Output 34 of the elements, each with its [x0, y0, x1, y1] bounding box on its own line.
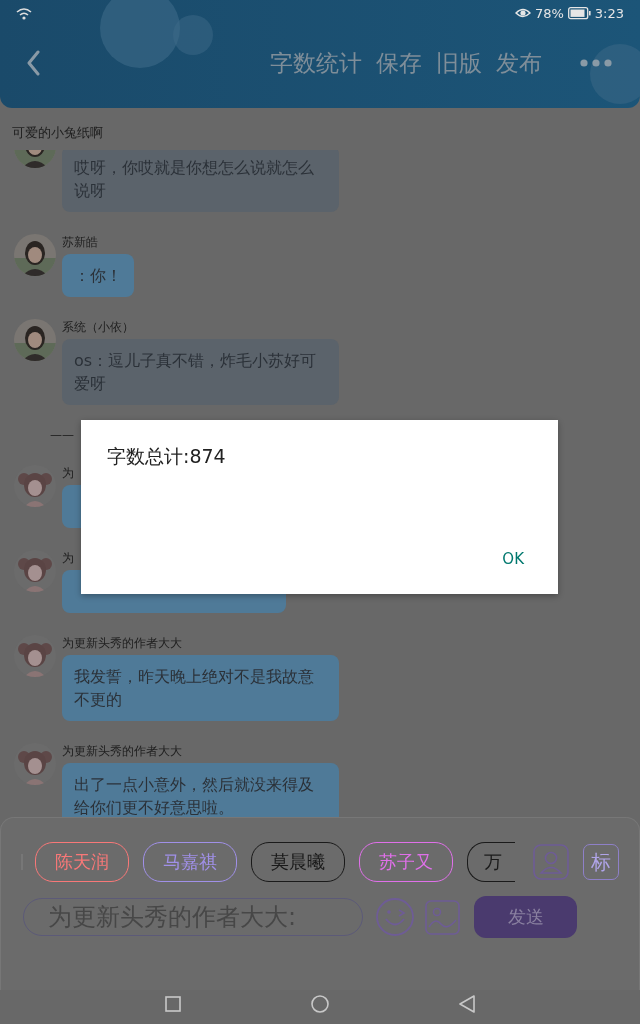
toolbar-action[interactable]: 旧版 — [436, 47, 482, 79]
eye-icon — [514, 7, 531, 19]
message-bubble: 出了一点小意外，然后就没来得及给你们更不好意思啦。 — [62, 763, 339, 817]
message-bubble: 我发誓，昨天晚上绝对不是我故意不更的 — [62, 655, 339, 721]
send-button[interactable]: 发送 — [474, 896, 577, 938]
back-icon[interactable] — [459, 995, 475, 1013]
wifi-icon — [16, 6, 32, 20]
recent-apps-icon[interactable] — [165, 996, 181, 1012]
ok-button[interactable]: OK — [494, 546, 532, 572]
clock: 3:23 — [594, 5, 624, 21]
name-chip[interactable]: 万 — [467, 842, 515, 882]
toolbar-action[interactable]: 发布 — [496, 47, 542, 79]
sender-name: 苏新皓 — [62, 234, 98, 250]
sender-name: 为更新头秀的作者大大 — [62, 743, 182, 759]
name-chip[interactable]: 陈天润 — [35, 842, 129, 882]
tag-button[interactable]: 标 — [583, 844, 619, 880]
sender-name: 为更新头秀的作者大大 — [62, 635, 182, 651]
toolbar-action[interactable]: 保存 — [376, 47, 422, 79]
toolbar-action[interactable]: 字数统计 — [270, 47, 362, 79]
chat-title: 可爱的小兔纸啊 — [11, 124, 104, 142]
name-chip[interactable]: 马嘉祺 — [143, 842, 237, 882]
sender-name: 为 — [62, 465, 74, 481]
home-icon[interactable] — [311, 995, 329, 1013]
separator-text: —— — [49, 427, 75, 443]
dialog-message: 字数总计:874 — [106, 444, 227, 469]
sender-name: 为 — [62, 550, 74, 566]
sender-name: 系统（小依） — [62, 319, 134, 335]
battery-icon — [567, 6, 591, 20]
more-icon[interactable] — [580, 59, 612, 67]
name-chip[interactable]: 莫晨曦 — [251, 842, 345, 882]
battery-percent: 78% — [534, 5, 564, 21]
message-bubble: ：你！ — [62, 254, 134, 297]
bubble-drawing — [590, 44, 640, 104]
name-chip[interactable]: 苏子又 — [359, 842, 453, 882]
